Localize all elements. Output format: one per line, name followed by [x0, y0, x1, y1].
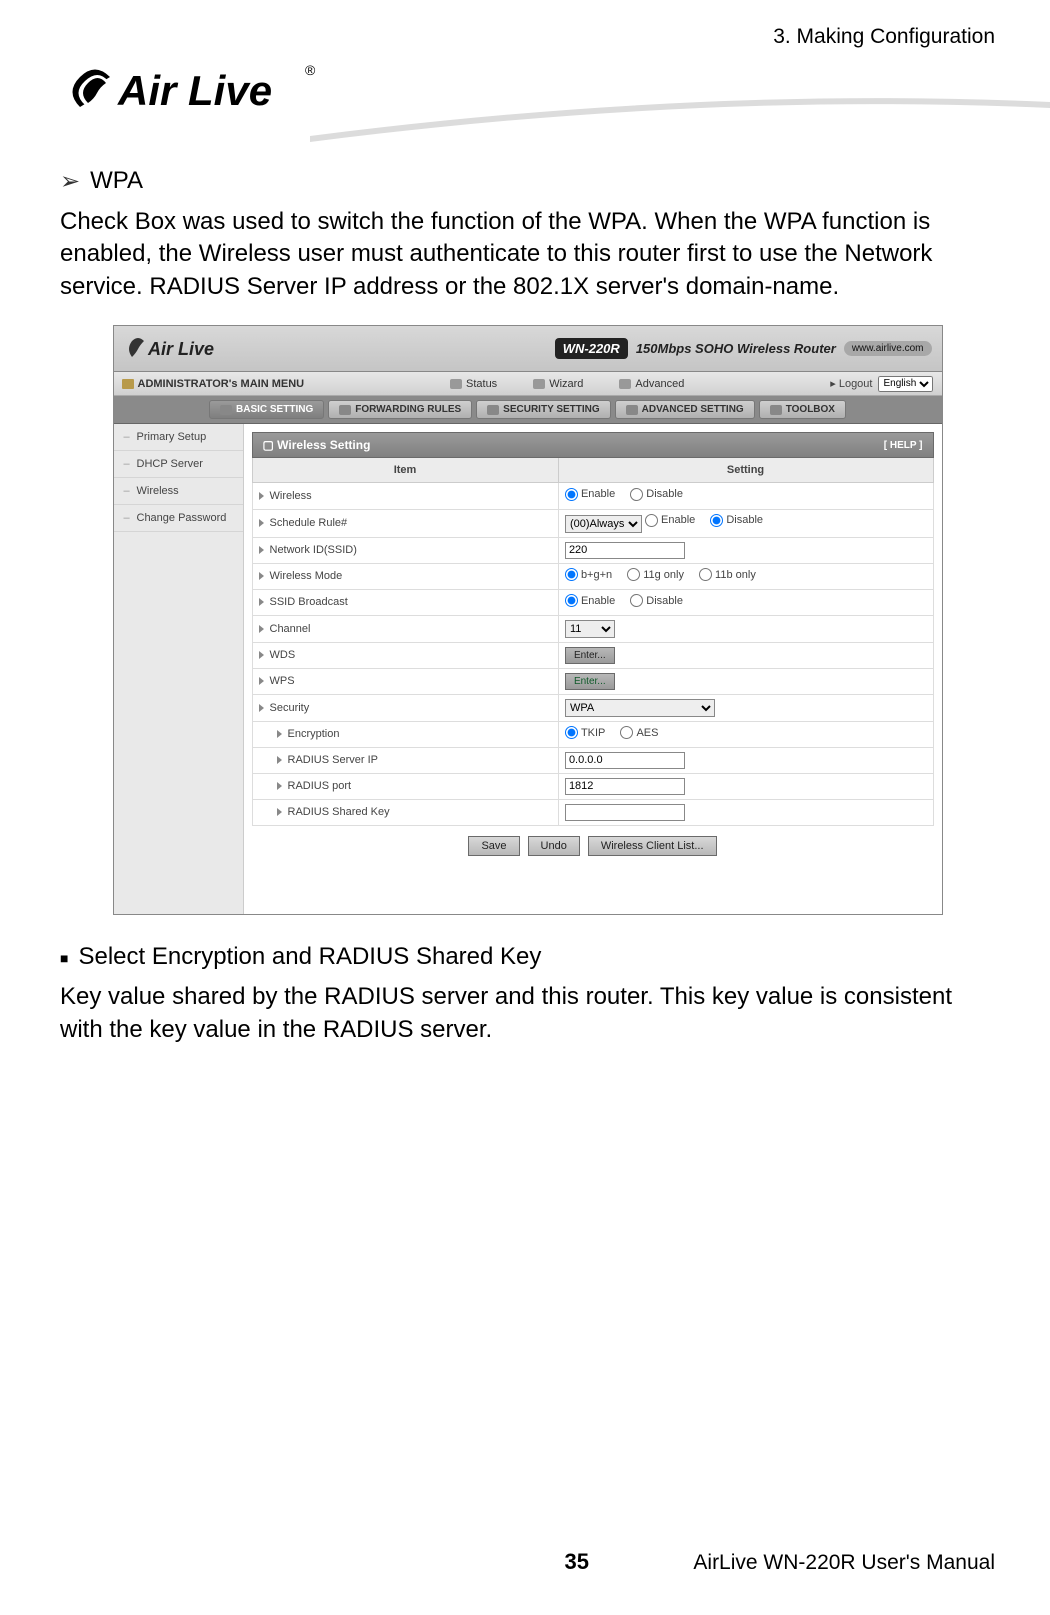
sidebar-dhcp-server[interactable]: –DHCP Server [114, 451, 243, 478]
router-ui-screenshot: Air Live WN-220R 150Mbps SOHO Wireless R… [113, 325, 943, 915]
square-bullet-icon: ■ [60, 950, 68, 966]
router-brand-logo: Air Live [124, 335, 244, 363]
logout-link[interactable]: ▸ Logout [830, 377, 872, 390]
tab-forwarding-rules[interactable]: FORWARDING RULES [328, 400, 472, 419]
row-radius-ip: RADIUS Server IP [288, 754, 378, 766]
tab-basic-setting[interactable]: BASIC SETTING [209, 400, 324, 419]
channel-select[interactable]: 11 [565, 620, 615, 638]
wireless-enable[interactable]: Enable [565, 488, 615, 501]
wrench-icon [626, 405, 638, 415]
page-number: 35 [564, 1549, 588, 1575]
row-schedule: Schedule Rule# [270, 517, 348, 529]
help-link[interactable]: [ HELP ] [884, 440, 923, 451]
forward-icon [339, 405, 351, 415]
col-item: Item [253, 458, 559, 482]
select-encryption-heading: Select Encryption and RADIUS Shared Key [78, 943, 541, 971]
row-radius-key: RADIUS Shared Key [288, 806, 390, 818]
radius-ip-input[interactable] [565, 752, 685, 769]
mode-bgn[interactable]: b+g+n [565, 568, 612, 581]
wpa-paragraph: Check Box was used to switch the functio… [60, 206, 995, 303]
mode-11g[interactable]: 11g only [627, 568, 684, 581]
svg-text:Air Live: Air Live [117, 67, 272, 114]
save-button[interactable]: Save [468, 836, 519, 856]
sidebar-wireless[interactable]: –Wireless [114, 478, 243, 505]
menu-wizard[interactable]: Wizard [533, 378, 583, 390]
row-wps: WPS [270, 675, 295, 687]
row-security: Security [270, 702, 310, 714]
model-subtitle: 150Mbps SOHO Wireless Router [636, 341, 836, 356]
schedule-disable[interactable]: Disable [710, 514, 763, 527]
svg-text:®: ® [305, 62, 316, 78]
sidebar-primary-setup[interactable]: –Primary Setup [114, 424, 243, 451]
shield-icon [487, 405, 499, 415]
language-select[interactable]: English [878, 376, 933, 392]
ssid-input[interactable] [565, 542, 685, 559]
panel-title: Wireless Setting [277, 438, 370, 452]
radius-port-input[interactable] [565, 778, 685, 795]
mode-11b[interactable]: 11b only [699, 568, 756, 581]
radius-key-input[interactable] [565, 804, 685, 821]
gear-icon [220, 405, 232, 415]
radius-key-paragraph: Key value shared by the RADIUS server an… [60, 981, 995, 1046]
sidebar: –Primary Setup –DHCP Server –Wireless –C… [114, 424, 244, 914]
row-broadcast: SSID Broadcast [270, 596, 348, 608]
undo-button[interactable]: Undo [528, 836, 580, 856]
col-setting: Setting [559, 458, 933, 482]
menu-status[interactable]: Status [450, 378, 497, 390]
tab-advanced-setting[interactable]: ADVANCED SETTING [615, 400, 755, 419]
arrow-bullet-icon: ➢ [60, 167, 80, 196]
row-channel: Channel [270, 623, 311, 635]
schedule-select[interactable]: (00)Always [565, 515, 642, 533]
sidebar-change-password[interactable]: –Change Password [114, 505, 243, 532]
encryption-tkip[interactable]: TKIP [565, 726, 605, 739]
tab-security-setting[interactable]: SECURITY SETTING [476, 400, 611, 419]
airlive-logo: Air Live ® [60, 57, 320, 127]
wpa-heading: WPA [90, 167, 143, 195]
chapter-header: 3. Making Configuration [60, 25, 995, 49]
schedule-enable[interactable]: Enable [645, 514, 695, 527]
admin-menu-label: ADMINISTRATOR's MAIN MENU [138, 378, 305, 390]
website-badge: www.airlive.com [844, 341, 932, 356]
row-radius-port: RADIUS port [288, 780, 352, 792]
menu-advanced[interactable]: Advanced [619, 378, 684, 390]
wds-enter-button[interactable]: Enter... [565, 647, 615, 664]
row-wireless: Wireless [270, 490, 312, 502]
broadcast-enable[interactable]: Enable [565, 594, 615, 607]
row-encryption: Encryption [288, 728, 340, 740]
row-ssid: Network ID(SSID) [270, 544, 357, 556]
row-mode: Wireless Mode [270, 570, 343, 582]
svg-text:Air Live: Air Live [147, 339, 214, 359]
tab-toolbox[interactable]: TOOLBOX [759, 400, 846, 419]
broadcast-disable[interactable]: Disable [630, 594, 683, 607]
wps-enter-button[interactable]: Enter... [565, 673, 615, 690]
client-list-button[interactable]: Wireless Client List... [588, 836, 717, 856]
wireless-disable[interactable]: Disable [630, 488, 683, 501]
manual-title: AirLive WN-220R User's Manual [693, 1551, 995, 1575]
row-wds: WDS [270, 649, 296, 661]
model-badge: WN-220R [555, 338, 628, 359]
encryption-aes[interactable]: AES [620, 726, 658, 739]
security-select[interactable]: WPA [565, 699, 715, 717]
toolbox-icon [770, 405, 782, 415]
folder-icon [122, 379, 134, 389]
